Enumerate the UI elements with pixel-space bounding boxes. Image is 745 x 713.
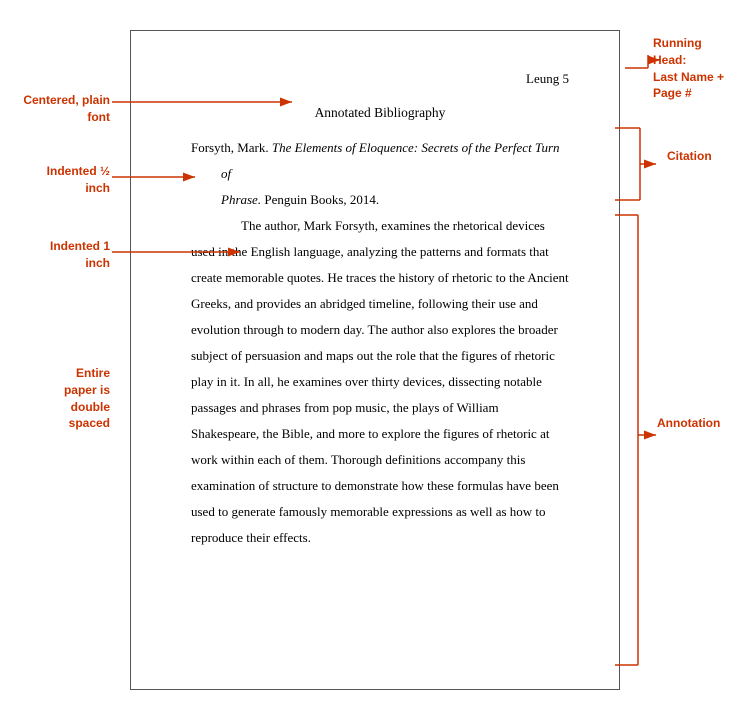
running-head: Leung 5 — [191, 71, 569, 87]
annotation-text: The author, Mark Forsyth, examines the r… — [191, 213, 569, 551]
label-annotation: Annotation — [657, 415, 737, 432]
label-running-head: RunningHead:Last Name +Page # — [653, 35, 743, 102]
annotation-block: The author, Mark Forsyth, examines the r… — [191, 213, 569, 551]
bibliography-title: Annotated Bibliography — [191, 105, 569, 121]
paper-page: Leung 5 Annotated Bibliography Forsyth, … — [130, 30, 620, 690]
label-half-inch: Indented ½inch — [2, 163, 110, 197]
label-double-spaced: Entirepaper isdoublespaced — [2, 365, 110, 432]
citation-text: Forsyth, Mark. The Elements of Eloquence… — [191, 135, 569, 213]
citation-block: Forsyth, Mark. The Elements of Eloquence… — [191, 135, 569, 213]
label-citation: Citation — [667, 148, 737, 165]
label-one-inch: Indented 1inch — [2, 238, 110, 272]
label-centered: Centered, plain font — [2, 92, 110, 126]
